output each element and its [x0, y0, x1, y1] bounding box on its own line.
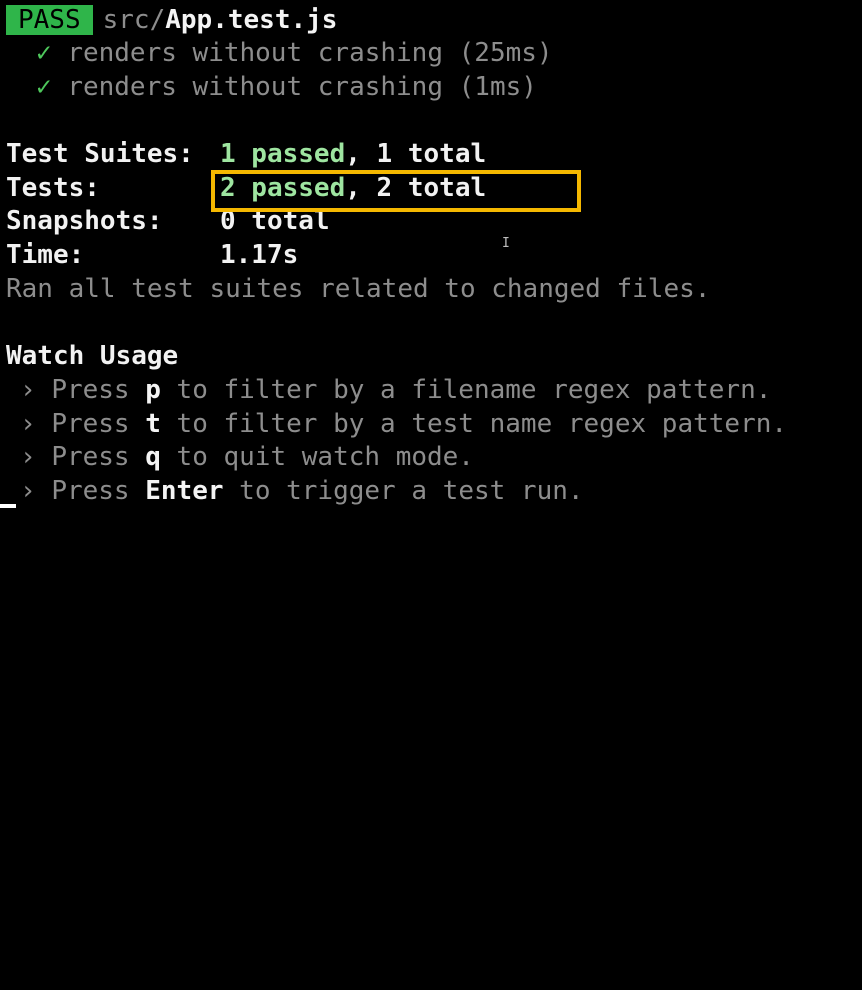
suites-passed: 1 passed	[220, 139, 346, 169]
tests-label: Tests:	[6, 173, 100, 203]
watch-item-key: t	[145, 409, 161, 439]
summary-suites-row: Test Suites: 1 passed, 1 total	[6, 137, 486, 171]
test-result-text: renders without crashing (1ms)	[67, 72, 537, 102]
summary-tests-row: Tests: 2 passed, 2 total	[6, 171, 486, 205]
watch-item-post: to filter by a filename regex pattern.	[160, 375, 772, 405]
prompt-chevron-icon: ›	[20, 442, 36, 472]
summary-time-row: Time: 1.17s	[6, 238, 298, 272]
terminal-window: PASS src/App.test.js ✓ renders without cr…	[0, 0, 862, 508]
watch-usage-title: Watch Usage	[6, 341, 179, 371]
watch-usage-item: › Press q to quit watch mode.	[20, 440, 474, 474]
watch-item-post: to quit watch mode.	[160, 442, 474, 472]
snapshots-label: Snapshots:	[6, 206, 163, 236]
text-cursor-icon: I	[502, 236, 510, 251]
watch-item-key: q	[145, 442, 161, 472]
watch-item-pre: Press	[51, 442, 146, 472]
ran-all-message: Ran all test suites related to changed f…	[6, 274, 711, 304]
check-icon: ✓	[36, 38, 52, 68]
watch-item-post: to filter by a test name regex pattern.	[160, 409, 788, 439]
watch-item-pre: Press	[51, 375, 146, 405]
suites-separator: ,	[345, 139, 361, 169]
tests-highlight-box	[211, 170, 581, 212]
pass-badge: PASS	[6, 5, 93, 35]
watch-item-post: to trigger a test run.	[223, 476, 584, 506]
watch-item-pre: Press	[51, 476, 146, 506]
prompt-chevron-icon: ›	[20, 476, 36, 506]
summary-snapshots-row: Snapshots: 0 total	[6, 204, 330, 238]
check-icon: ✓	[36, 72, 52, 102]
terminal-cursor[interactable]	[0, 504, 16, 508]
suites-total: 1 total	[376, 139, 487, 169]
time-label: Time:	[6, 240, 85, 270]
watch-usage-item: › Press t to filter by a test name regex…	[20, 407, 787, 441]
watch-item-key: Enter	[145, 476, 224, 506]
file-name: App.test.js	[165, 5, 338, 35]
watch-item-pre: Press	[51, 409, 146, 439]
test-file-header: PASS src/App.test.js	[6, 3, 337, 37]
time-value: 1.17s	[220, 240, 299, 270]
prompt-chevron-icon: ›	[20, 375, 36, 405]
watch-item-key: p	[145, 375, 161, 405]
test-result-text: renders without crashing (25ms)	[67, 38, 553, 68]
prompt-chevron-icon: ›	[20, 409, 36, 439]
test-result-row: ✓ renders without crashing (1ms)	[36, 70, 537, 104]
watch-usage-item: › Press p to filter by a filename regex …	[20, 373, 771, 407]
suites-label: Test Suites:	[6, 139, 194, 169]
file-dir: src/	[102, 5, 166, 35]
watch-usage-item: › Press Enter to trigger a test run.	[20, 474, 584, 508]
test-result-row: ✓ renders without crashing (25ms)	[36, 36, 553, 70]
